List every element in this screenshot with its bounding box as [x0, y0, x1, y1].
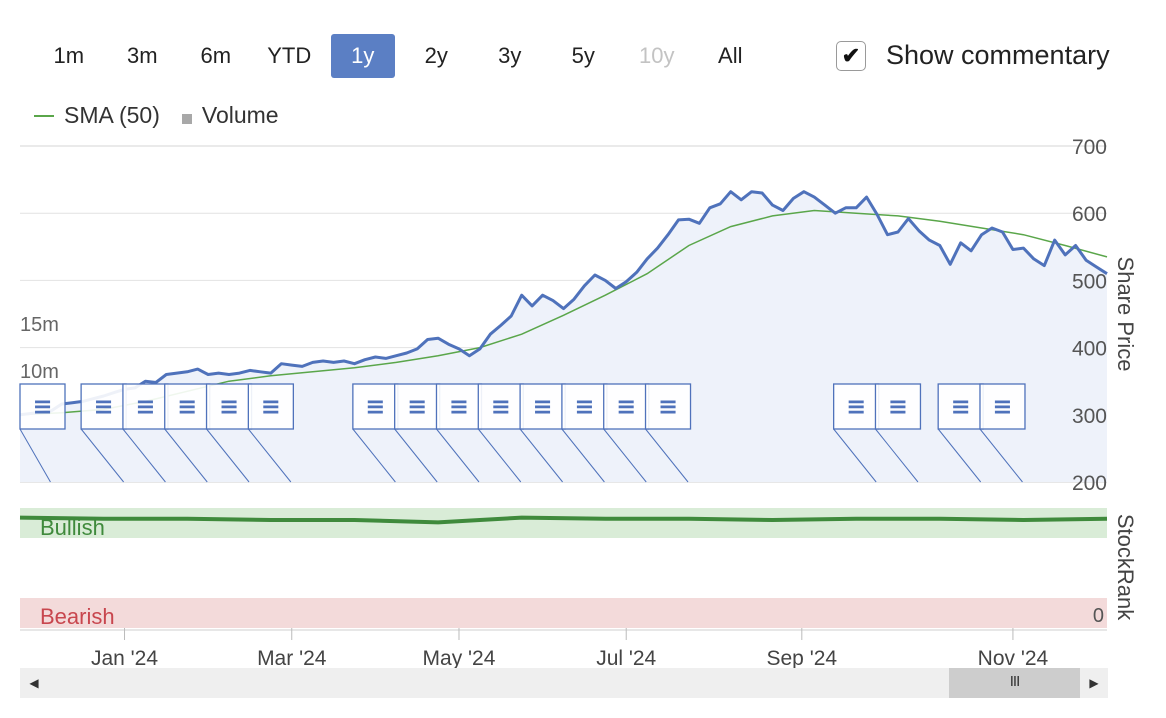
commentary-icon: ≡: [407, 393, 427, 421]
price-tick-label: 600: [1072, 203, 1107, 226]
navigator-scrollbar[interactable]: [20, 668, 1108, 698]
commentary-icon: ≡: [533, 393, 553, 421]
price-tick-label: 400: [1072, 338, 1107, 361]
commentary-icon: ≡: [658, 393, 678, 421]
x-tick-label: Jul '24: [596, 647, 656, 670]
x-tick-label: Sep '24: [767, 647, 838, 670]
price-axis-title: Share Price: [1113, 257, 1138, 372]
volume-tick-label: 10m: [20, 361, 59, 383]
commentary-icon: ≡: [992, 393, 1012, 421]
commentary-icon: ≡: [32, 393, 52, 421]
commentary-icon: ≡: [449, 393, 469, 421]
bullish-zone: [20, 508, 1107, 538]
commentary-icon: ≡: [888, 393, 908, 421]
x-tick-label: Nov '24: [978, 647, 1049, 670]
scroll-right-button[interactable]: ▶: [1080, 668, 1108, 698]
volume-tick-label: 15m: [20, 314, 59, 336]
bearish-label: Bearish: [40, 604, 115, 629]
bearish-zone: [20, 598, 1107, 628]
price-tick-label: 500: [1072, 270, 1107, 293]
commentary-icon: ≡: [616, 393, 636, 421]
price-tick-label: 700: [1072, 136, 1107, 159]
commentary-icon: ≡: [951, 393, 971, 421]
price-tick-label: 200: [1072, 472, 1107, 495]
commentary-icon: ≡: [365, 393, 385, 421]
commentary-icon: ≡: [491, 393, 511, 421]
commentary-icon: ≡: [846, 393, 866, 421]
x-tick-label: Mar '24: [257, 647, 327, 670]
commentary-icon: ≡: [94, 393, 114, 421]
stockrank-axis-title: StockRank: [1113, 514, 1138, 621]
scrollbar-thumb[interactable]: III: [949, 668, 1080, 698]
commentary-icon: ≡: [574, 393, 594, 421]
commentary-icon: ≡: [177, 393, 197, 421]
x-tick-label: May '24: [423, 647, 496, 670]
price-tick-label: 300: [1072, 405, 1107, 428]
price-area: [20, 191, 1107, 482]
x-tick-label: Jan '24: [91, 647, 158, 670]
commentary-icon: ≡: [261, 393, 281, 421]
stockrank-tick-label: 0: [1093, 605, 1104, 627]
scroll-left-button[interactable]: ◀: [20, 668, 48, 698]
commentary-icon: ≡: [219, 393, 239, 421]
commentary-icon: ≡: [135, 393, 155, 421]
share-price-chart: 05m10m15m200300400500600700Share Price≡≡…: [19, 136, 1138, 670]
